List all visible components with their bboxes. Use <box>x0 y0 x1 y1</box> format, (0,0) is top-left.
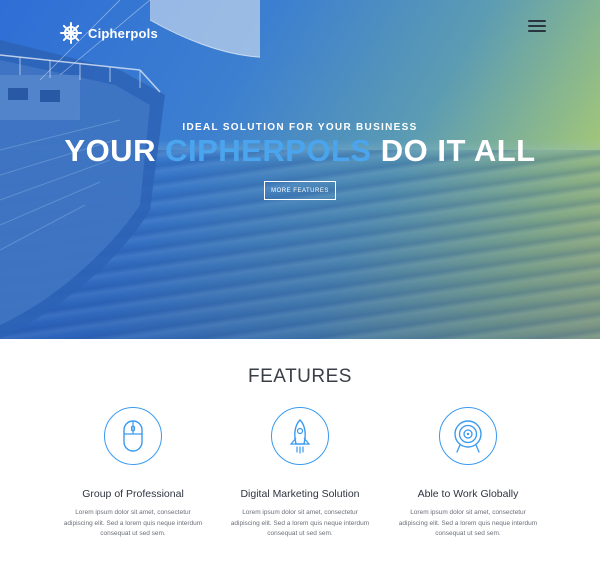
headline-part2: DO IT ALL <box>371 133 536 168</box>
feature-icon-circle <box>439 407 497 465</box>
menu-bar <box>528 25 546 27</box>
hamburger-menu-icon[interactable] <box>528 20 546 34</box>
menu-bar <box>528 20 546 22</box>
mouse-icon <box>123 420 143 452</box>
target-icon <box>454 420 482 453</box>
hero-headline: YOUR CIPHERPOLS DO IT ALL <box>0 131 600 171</box>
feature-title: Able to Work Globally <box>417 488 519 500</box>
hero-section: Cipherpols IDEAL SOLUTION FOR YOUR BUSIN… <box>0 0 600 339</box>
feature-text: Lorem ipsum dolor sit amet, consectetur … <box>230 509 370 537</box>
feature-item-global: Able to Work Globally Lorem ipsum dolor … <box>388 407 548 540</box>
feature-text: Lorem ipsum dolor sit amet, consectetur … <box>63 509 203 537</box>
features-section: FEATURES Group of Professional Lorem ips… <box>0 339 600 561</box>
logo[interactable]: Cipherpols <box>60 22 158 44</box>
feature-title: Group of Professional <box>82 488 184 500</box>
feature-title: Digital Marketing Solution <box>240 488 360 500</box>
feature-item-professional: Group of Professional Lorem ipsum dolor … <box>53 407 213 540</box>
logo-text: Cipherpols <box>88 25 158 41</box>
feature-icon-circle <box>271 407 329 465</box>
menu-bar <box>528 30 546 32</box>
ship-wheel-icon <box>60 22 82 44</box>
feature-icon-circle <box>104 407 162 465</box>
feature-item-marketing: Digital Marketing Solution Lorem ipsum d… <box>220 407 380 540</box>
feature-text: Lorem ipsum dolor sit amet, consectetur … <box>398 509 538 537</box>
headline-part1: YOUR <box>64 133 166 168</box>
more-features-button[interactable]: MORE FEATURES <box>264 181 336 200</box>
rocket-icon <box>289 419 311 454</box>
headline-accent: CIPHERPOLS <box>165 133 372 168</box>
features-title: FEATURES <box>248 366 352 387</box>
